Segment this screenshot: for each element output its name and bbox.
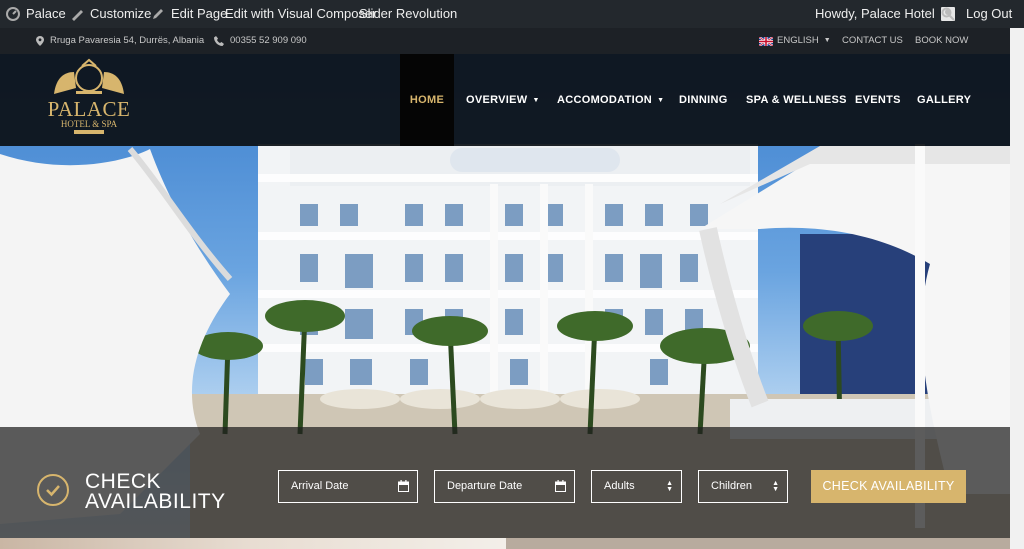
palace-logo[interactable]: PALACE HOTEL & SPA (46, 58, 132, 136)
slider-revolution-label: Slider Revolution (359, 6, 458, 21)
slider-revolution-link[interactable]: Slider Revolution (359, 0, 457, 28)
check-availability-button[interactable]: CHECK AVAILABILITY (811, 470, 966, 503)
adults-select[interactable]: Adults ▲ ▼ (591, 470, 682, 503)
content-section-image-left (0, 538, 506, 549)
nav-home-label: HOME (409, 94, 445, 106)
wp-admin-bar: Palace Customize Edit Page Edit with Vis… (0, 0, 1024, 28)
sort-arrows-icon: ▲ ▼ (666, 480, 673, 493)
address-text: Rruga Pavaresia 54, Durrës, Albania (50, 35, 205, 46)
contact-us-link[interactable]: CONTACT US (842, 28, 903, 54)
customize-link[interactable]: Customize (70, 0, 151, 28)
book-now-label: BOOK NOW (915, 35, 969, 46)
content-section-image-right (506, 538, 1010, 549)
nav-events-label: EVENTS (855, 94, 901, 106)
departure-date-field[interactable]: Departure Date (434, 470, 575, 503)
nav-accomodation[interactable]: ACCOMODATION ▼ (557, 54, 664, 146)
admin-site-link[interactable]: Palace (6, 0, 66, 28)
top-info-bar: Rruga Pavaresia 54, Durrës, Albania 0035… (0, 28, 1024, 54)
nav-overview-label: OVERVIEW (466, 94, 528, 106)
brush-icon (72, 10, 83, 21)
logout-label: Log Out (966, 6, 1013, 21)
nav-dinning[interactable]: DINNING (679, 54, 728, 146)
logo-subtitle: HOTEL & SPA (60, 119, 118, 129)
nav-spa-label: SPA & WELLNESS (746, 94, 847, 106)
sort-arrows-icon: ▲ ▼ (772, 480, 779, 493)
page-scrollbar[interactable] (1010, 28, 1024, 549)
dashboard-icon (6, 7, 20, 21)
lion-crest-icon (54, 58, 124, 94)
chevron-down-icon: ▼ (657, 97, 665, 104)
customize-label: Customize (90, 6, 152, 21)
nav-spa-wellness[interactable]: SPA & WELLNESS (746, 54, 847, 146)
book-now-link[interactable]: BOOK NOW (915, 28, 968, 54)
search-icon (941, 7, 955, 21)
edit-page-label: Edit Page (171, 6, 228, 21)
address-info: Rruga Pavaresia 54, Durrës, Albania (36, 28, 204, 54)
visual-composer-label: Edit with Visual Composer (225, 6, 377, 21)
nav-home[interactable]: HOME (400, 54, 454, 146)
arrival-date-placeholder: Arrival Date (291, 480, 349, 492)
search-button[interactable] (941, 0, 955, 28)
chevron-down-icon: ▼ (823, 37, 831, 44)
chevron-down-icon: ▼ (532, 97, 540, 104)
calendar-icon (555, 480, 566, 492)
contact-us-label: CONTACT US (842, 35, 903, 46)
phone-info[interactable]: 00355 52 909 090 (214, 28, 307, 54)
howdy-label: Howdy, Palace Hotel (815, 6, 935, 21)
adults-label: Adults (604, 480, 635, 492)
nav-gallery-label: GALLERY (917, 94, 972, 106)
phone-text: 00355 52 909 090 (230, 35, 307, 46)
checkmark-circle-icon (37, 474, 69, 506)
nav-gallery[interactable]: GALLERY (917, 54, 971, 146)
howdy-account-menu[interactable]: Howdy, Palace Hotel (815, 0, 955, 28)
nav-accomodation-label: ACCOMODATION (557, 94, 653, 106)
nav-overview[interactable]: OVERVIEW ▼ (466, 54, 540, 146)
children-select[interactable]: Children ▲ ▼ (698, 470, 788, 503)
nav-dinning-label: DINNING (679, 94, 728, 106)
pencil-icon (153, 9, 163, 19)
visual-composer-link[interactable]: Edit with Visual Composer (225, 0, 377, 28)
phone-icon (214, 36, 224, 46)
language-label: ENGLISH (777, 35, 819, 46)
check-title-line2: AVAILABILITY (85, 490, 226, 513)
edit-page-link[interactable]: Edit Page (151, 0, 227, 28)
site-name-label: Palace (26, 6, 66, 21)
nav-events[interactable]: EVENTS (855, 54, 901, 146)
arrival-date-field[interactable]: Arrival Date (278, 470, 418, 503)
departure-date-placeholder: Departure Date (447, 480, 523, 492)
calendar-icon (398, 480, 409, 492)
map-pin-icon (36, 36, 44, 46)
language-selector[interactable]: ENGLISH ▼ (759, 28, 831, 54)
logout-link[interactable]: Log Out (966, 0, 1012, 28)
logo-ribbon (74, 130, 104, 134)
children-label: Children (711, 480, 752, 492)
uk-flag-icon (759, 36, 773, 46)
